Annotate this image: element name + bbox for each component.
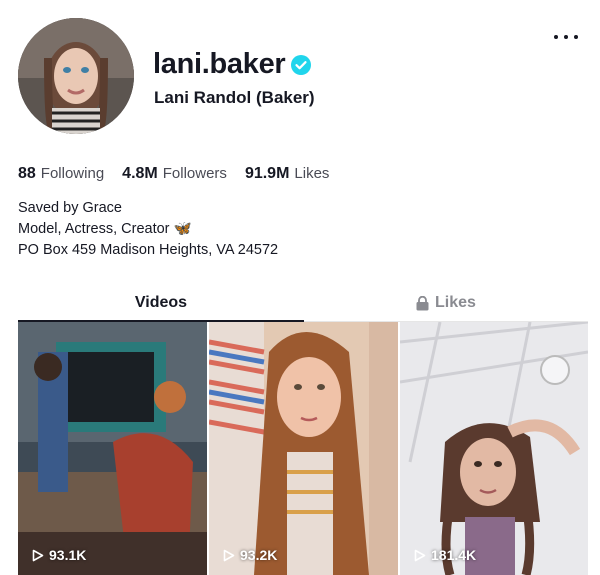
profile-avatar[interactable] <box>18 18 134 134</box>
verified-check-icon <box>291 54 312 75</box>
likes-label: Likes <box>294 165 330 182</box>
likes-stat: 91.9M Likes <box>245 165 330 183</box>
profile-stats: 88 Following 4.8M Followers 91.9M Likes <box>18 165 347 183</box>
followers-count: 4.8M <box>122 165 158 182</box>
following-label: Following <box>40 165 105 182</box>
play-icon <box>414 549 426 561</box>
video-view-count: 93.1K <box>49 547 87 563</box>
profile-tabs: Videos Likes <box>18 287 588 322</box>
profile-display-name: Lani Randol (Baker) <box>154 88 315 107</box>
tab-likes[interactable]: Likes <box>304 287 588 319</box>
video-thumbnail-image <box>18 322 207 575</box>
video-views: 93.1K <box>32 547 86 563</box>
bio-line: Model, Actress, Creator 🦋 <box>18 221 192 237</box>
followers-label: Followers <box>162 165 227 182</box>
video-views: 181.4K <box>414 547 476 563</box>
video-view-count: 93.2K <box>240 547 278 563</box>
profile-username: lani.baker <box>153 48 312 81</box>
video-thumbnail-image <box>209 322 398 575</box>
video-view-count: 181.4K <box>431 547 477 563</box>
likes-count: 91.9M <box>244 165 290 182</box>
followers-stat[interactable]: 4.8M Followers <box>122 165 227 183</box>
tab-likes-label: Likes <box>435 294 476 311</box>
play-icon <box>223 549 235 561</box>
profile-bio: Saved by Grace Model, Actress, Creator 🦋… <box>18 198 278 261</box>
play-icon <box>32 549 44 561</box>
video-thumbnail[interactable]: 93.1K <box>18 322 207 575</box>
video-thumbnail-image <box>400 322 588 575</box>
more-horizontal-icon[interactable] <box>554 30 578 44</box>
following-stat[interactable]: 88 Following <box>18 165 104 183</box>
video-thumbnail[interactable]: 181.4K <box>400 322 588 575</box>
video-grid: 93.1K 93.2K 181.4K <box>18 322 588 575</box>
bio-line: Saved by Grace <box>18 200 122 216</box>
username-text: lani.baker <box>153 48 286 80</box>
tab-videos-label: Videos <box>134 294 188 311</box>
bio-line: PO Box 459 Madison Heights, VA 24572 <box>18 242 279 258</box>
lock-icon <box>416 295 429 310</box>
video-views: 93.2K <box>223 547 277 563</box>
video-thumbnail[interactable]: 93.2K <box>209 322 398 575</box>
following-count: 88 <box>18 165 36 182</box>
tab-videos[interactable]: Videos <box>18 287 304 319</box>
avatar-image <box>18 18 134 134</box>
